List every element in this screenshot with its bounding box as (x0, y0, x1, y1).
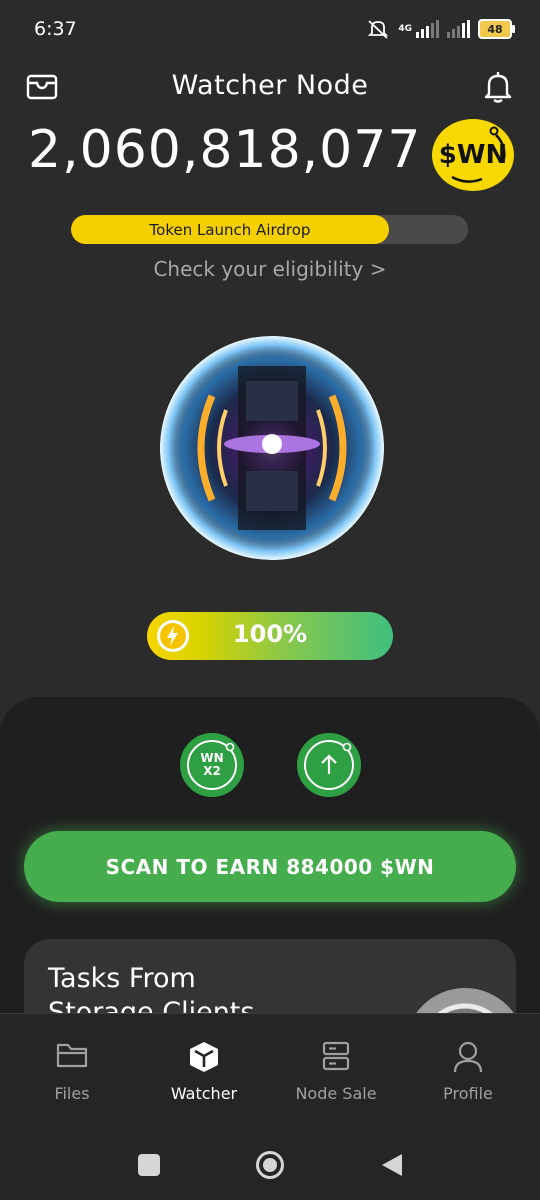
arrow-up-icon (321, 754, 337, 774)
status-time: 6:37 (34, 18, 77, 40)
watcher-node-orb[interactable] (160, 336, 384, 560)
upgrade-boost-button[interactable] (297, 733, 361, 797)
nav-label-watcher: Watcher (170, 1084, 238, 1103)
network-type: 4G (398, 23, 412, 34)
nav-item-profile[interactable]: Profile (403, 1040, 533, 1103)
nav-label-files: Files (54, 1084, 90, 1103)
nav-label-node-sale: Node Sale (295, 1084, 377, 1103)
boost-label-line2: X2 (203, 764, 221, 778)
folder-icon (56, 1043, 88, 1068)
recent-apps-button[interactable] (138, 1154, 160, 1176)
wn-x2-boost-button[interactable]: WN X2 (180, 733, 244, 797)
boost-dot-icon (225, 742, 235, 752)
balance-amount: 2,060,818,077 (28, 120, 422, 180)
page-title: Watcher Node (171, 70, 369, 101)
nav-item-watcher[interactable]: Watcher (139, 1040, 269, 1103)
wn-token-badge: $WN (432, 119, 514, 191)
status-icons: 4G 48 (366, 16, 515, 42)
nav-label-profile: Profile (443, 1084, 493, 1103)
token-ring-icon (451, 126, 506, 183)
airdrop-label: Token Launch Airdrop (149, 220, 311, 239)
user-icon (453, 1041, 483, 1073)
airdrop-progress-bar[interactable]: Token Launch Airdrop (71, 215, 389, 244)
home-button[interactable] (255, 1150, 285, 1180)
energy-percentage: 100% (232, 620, 308, 648)
scan-to-earn-button[interactable]: SCAN TO EARN 884000 $WN (24, 831, 516, 902)
cube-icon (190, 1042, 218, 1072)
nav-item-files[interactable]: Files (7, 1040, 137, 1103)
battery-icon: 48 (478, 19, 515, 39)
signal-icon (416, 20, 439, 38)
battery-level: 48 (487, 22, 503, 36)
signal-icon-2 (447, 20, 470, 38)
muted-icon (368, 20, 389, 39)
lightning-icon (157, 620, 189, 652)
back-button[interactable] (380, 1152, 404, 1178)
nav-item-node-sale[interactable]: Node Sale (271, 1040, 401, 1103)
bell-icon[interactable] (482, 70, 514, 104)
server-icon (322, 1041, 350, 1071)
check-eligibility-link[interactable]: Check your eligibility > (0, 257, 540, 281)
boost-dot-icon (342, 742, 352, 752)
